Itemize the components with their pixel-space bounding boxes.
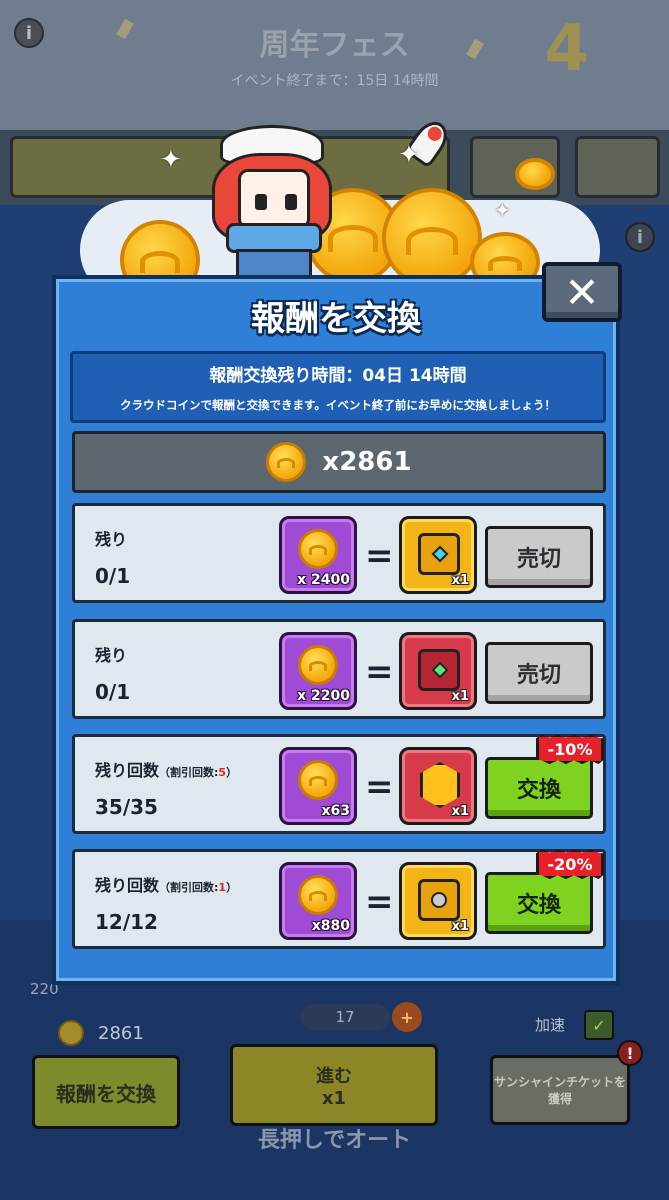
cost-amount: x 2200 xyxy=(297,688,350,704)
cloud-coin-icon xyxy=(298,760,338,800)
remaining-count: 0/1 xyxy=(95,680,131,704)
event-tab-dice[interactable] xyxy=(575,136,660,198)
gold-chest-icon xyxy=(418,879,460,921)
speed-checkbox[interactable]: ✓ xyxy=(584,1010,614,1040)
mascot-character xyxy=(212,125,332,275)
exchange-reward-modal: 報酬を交換 報酬交換残り時間：04日 14時間 クラウドコインで報酬と交換できま… xyxy=(52,275,620,985)
coin-decoration xyxy=(382,188,482,288)
remaining-count: 0/1 xyxy=(95,564,131,588)
close-button[interactable]: ✕ xyxy=(542,262,622,322)
equals-icon: = xyxy=(365,767,394,807)
red-chest-icon xyxy=(418,649,460,691)
modal-title: 報酬を交換 xyxy=(251,299,421,339)
cloud-coin-icon xyxy=(298,875,338,915)
equals-icon: = xyxy=(365,882,394,922)
exchange-row: 残り 0/1 x 2200 = x1 売切 xyxy=(72,619,606,719)
go-ticket-count: x1 xyxy=(321,1087,347,1109)
cloud-coin-icon xyxy=(266,442,307,482)
go-label: 進む xyxy=(316,1065,352,1087)
reward-quantity: x1 xyxy=(451,573,469,588)
exchange-info-box: 報酬交換残り時間：04日 14時間 クラウドコインで報酬と交換できます。イベント… xyxy=(70,351,606,423)
reward-box[interactable]: x1 xyxy=(399,862,477,940)
discount-suffix: ） xyxy=(226,881,238,894)
discount-badge: -10% xyxy=(536,734,604,764)
cost-amount: x 2400 xyxy=(297,572,350,588)
cost-box: x880 xyxy=(279,862,357,940)
coin-decoration xyxy=(515,158,555,190)
reward-box[interactable]: x1 xyxy=(399,516,477,594)
coin-icon xyxy=(58,1020,84,1046)
cloud-coin-icon xyxy=(298,529,338,569)
remaining-count: 12/12 xyxy=(95,910,158,934)
equals-icon: = xyxy=(365,536,394,576)
reward-box[interactable]: x1 xyxy=(399,632,477,710)
remaining-count: 35/35 xyxy=(95,795,158,819)
sparkle-icon: ✦ xyxy=(494,198,511,222)
discount-count: 1 xyxy=(218,881,227,894)
discount-suffix: ） xyxy=(226,766,238,779)
cost-box: x63 xyxy=(279,747,357,825)
sold-out-button[interactable]: 売切 xyxy=(485,642,593,704)
exchange-button[interactable]: 交換 xyxy=(485,757,593,819)
ticket-counter: 17 xyxy=(300,1004,390,1030)
cost-amount: x63 xyxy=(321,803,350,819)
discount-count: 5 xyxy=(218,766,227,779)
cost-box: x 2200 xyxy=(279,632,357,710)
remaining-label: 残り回数（割引回数:1） xyxy=(95,872,237,896)
remaining-times-label: 残り回数 xyxy=(95,876,160,895)
sparkle-icon: ✦ xyxy=(398,140,420,170)
gold-gem-icon xyxy=(420,762,460,808)
discount-prefix: （割引回数: xyxy=(159,766,219,779)
discount-badge: -20% xyxy=(536,849,604,879)
go-button[interactable]: 進む x1 xyxy=(230,1044,438,1126)
cost-box: x 2400 xyxy=(279,516,357,594)
coin-total-value: x2861 xyxy=(322,447,412,477)
sunshine-ticket-button[interactable]: サンシャインチケットを獲得 xyxy=(490,1055,630,1125)
reward-quantity: x1 xyxy=(451,919,469,934)
exchange-row: 残り回数（割引回数:1） 12/12 x880 = x1 交換 xyxy=(72,849,606,949)
reward-quantity: x1 xyxy=(451,689,469,704)
reward-box[interactable]: x1 xyxy=(399,747,477,825)
anniversary-number: 4 xyxy=(544,12,589,86)
reward-quantity: x1 xyxy=(451,804,469,819)
exchange-remaining-time: 報酬交換残り時間：04日 14時間 xyxy=(209,366,467,386)
treasure-chest-icon xyxy=(418,533,460,575)
open-exchange-button[interactable]: 報酬を交換 xyxy=(32,1055,180,1129)
exchange-row: 残り回数（割引回数:5） 35/35 x63 = x1 交換 xyxy=(72,734,606,834)
cost-amount: x880 xyxy=(311,918,350,934)
bottom-coin-value: 2861 xyxy=(98,1022,144,1044)
alert-badge-icon: ! xyxy=(617,1040,643,1066)
add-ticket-button[interactable]: + xyxy=(392,1002,422,1032)
remaining-times-label: 残り回数 xyxy=(95,761,160,780)
bottom-coin-count: 2861 xyxy=(58,1020,144,1046)
board-info-icon[interactable]: i xyxy=(625,222,655,252)
exchange-row: 残り 0/1 x 2400 = x1 売切 xyxy=(72,503,606,603)
remaining-label: 残り xyxy=(95,530,128,549)
remaining-label: 残り xyxy=(95,646,128,665)
speed-label: 加速 xyxy=(535,1016,566,1034)
sparkle-icon: ✦ xyxy=(160,145,182,175)
long-press-hint: 長押しでオート xyxy=(257,1128,412,1153)
equals-icon: = xyxy=(365,652,394,692)
remaining-label: 残り回数（割引回数:5） xyxy=(95,757,237,781)
cloud-coin-icon xyxy=(298,645,338,685)
exchange-description: クラウドコインで報酬と交換できます。イベント終了前にお早めに交換しましょう！ xyxy=(120,398,556,412)
discount-prefix: （割引回数: xyxy=(159,881,219,894)
sold-out-button[interactable]: 売切 xyxy=(485,526,593,588)
coin-total-bar: x2861 xyxy=(72,431,606,493)
exchange-button[interactable]: 交換 xyxy=(485,872,593,934)
